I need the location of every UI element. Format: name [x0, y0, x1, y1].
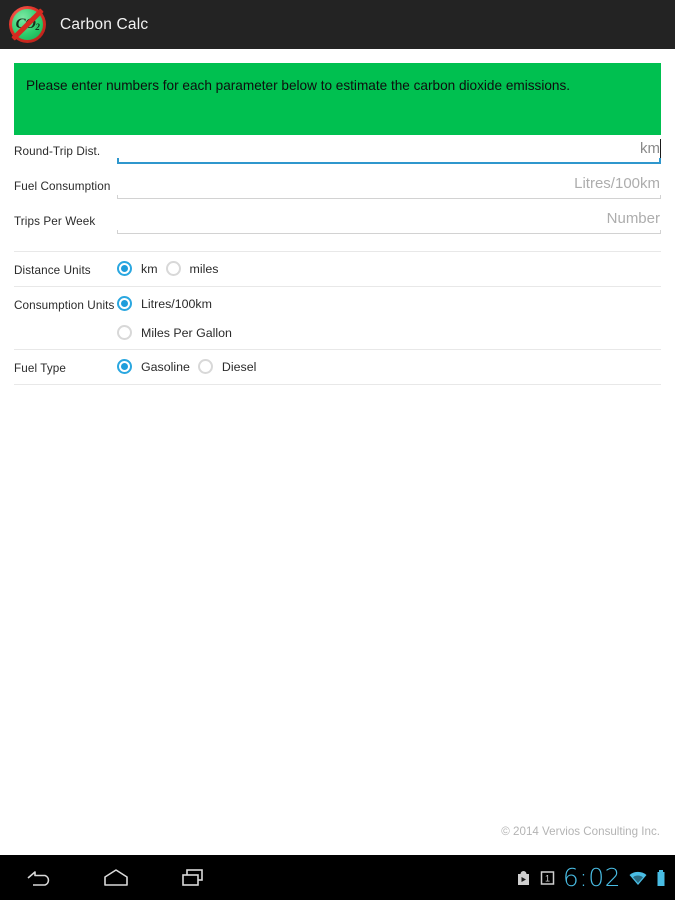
round-trip-dist-placeholder: km: [640, 140, 660, 157]
fuel-consumption-placeholder: Litres/100km: [574, 175, 660, 192]
radio-mark-selected-icon[interactable]: [117, 296, 132, 311]
radio-options-distance-units: km miles: [117, 261, 661, 276]
radio-group-label-distance-units: Distance Units: [14, 264, 91, 277]
back-icon[interactable]: [24, 867, 54, 889]
radio-mark-unselected-icon[interactable]: [117, 325, 132, 340]
radio-option-miles[interactable]: miles: [165, 261, 219, 276]
field-label-fuel-consumption: Fuel Consumption: [14, 180, 111, 193]
field-label-trips-per-week: Trips Per Week: [14, 215, 96, 228]
radio-label-miles-per-gallon: Miles Per Gallon: [141, 325, 232, 340]
app-title: Carbon Calc: [60, 15, 149, 33]
radio-options-consumption-units: Litres/100km Miles Per Gallon: [117, 296, 661, 340]
radio-label-km: km: [141, 261, 158, 276]
radio-group-distance-units: Distance Units km miles: [14, 252, 661, 286]
instruction-banner: Please enter numbers for each parameter …: [14, 63, 661, 135]
radio-group-label-consumption-units: Consumption Units: [14, 299, 115, 312]
battery-icon[interactable]: [655, 868, 667, 888]
radio-options-fuel-type: Gasoline Diesel: [117, 359, 661, 374]
radio-label-litres-per-100km: Litres/100km: [141, 296, 212, 311]
radio-mark-unselected-icon[interactable]: [165, 261, 181, 276]
radio-group-consumption-units: Consumption Units Litres/100km Miles Per…: [14, 287, 661, 349]
trips-per-week-placeholder: Number: [606, 210, 660, 227]
radio-option-km[interactable]: km: [117, 261, 158, 276]
radio-option-gasoline[interactable]: Gasoline: [117, 359, 190, 374]
field-row-trips-per-week[interactable]: Trips Per Week Number: [14, 205, 661, 240]
input-underline: [117, 230, 661, 234]
nav-button-group: [0, 867, 208, 889]
copyright-text: © 2014 Vervios Consulting Inc.: [501, 825, 660, 838]
recents-icon[interactable]: [178, 867, 208, 889]
radio-group-label-fuel-type: Fuel Type: [14, 362, 67, 375]
field-row-round-trip-dist[interactable]: Round-Trip Dist. km: [14, 135, 661, 170]
input-underline: [117, 195, 661, 199]
field-label-round-trip-dist: Round-Trip Dist.: [14, 145, 101, 158]
system-navigation-bar: 1 6:02: [0, 855, 675, 900]
play-store-icon[interactable]: [515, 868, 532, 887]
radio-label-miles: miles: [189, 261, 219, 276]
radio-mark-unselected-icon[interactable]: [197, 359, 213, 374]
text-caret: [659, 139, 661, 158]
section-divider: [14, 384, 661, 385]
co2-no-emission-icon: CO2: [9, 6, 46, 43]
radio-option-miles-per-gallon[interactable]: Miles Per Gallon: [117, 325, 232, 340]
fuel-consumption-input[interactable]: Litres/100km: [117, 170, 661, 205]
round-trip-dist-input[interactable]: km: [117, 135, 661, 170]
radio-label-gasoline: Gasoline: [141, 359, 190, 374]
svg-text:1: 1: [545, 873, 550, 883]
instruction-banner-text: Please enter numbers for each parameter …: [26, 78, 571, 93]
wifi-icon[interactable]: [628, 869, 648, 887]
status-clock: 6:02: [562, 863, 621, 892]
app-title-bar: CO2 Carbon Calc: [0, 0, 675, 49]
radio-option-litres-per-100km[interactable]: Litres/100km: [117, 296, 212, 311]
trips-per-week-input[interactable]: Number: [117, 205, 661, 240]
input-underline-focused: [117, 158, 661, 164]
radio-label-diesel: Diesel: [221, 359, 257, 374]
carbon-calc-form: Round-Trip Dist. km Fuel Consumption Lit…: [0, 135, 675, 385]
field-row-fuel-consumption[interactable]: Fuel Consumption Litres/100km: [14, 170, 661, 205]
radio-group-fuel-type: Fuel Type Gasoline Diesel: [14, 350, 661, 384]
calendar-icon[interactable]: 1: [539, 869, 556, 887]
radio-option-diesel[interactable]: Diesel: [197, 359, 257, 374]
home-icon[interactable]: [100, 867, 132, 889]
status-tray: 1 6:02: [515, 855, 667, 900]
radio-mark-selected-icon[interactable]: [117, 261, 132, 276]
radio-mark-selected-icon[interactable]: [117, 359, 132, 374]
